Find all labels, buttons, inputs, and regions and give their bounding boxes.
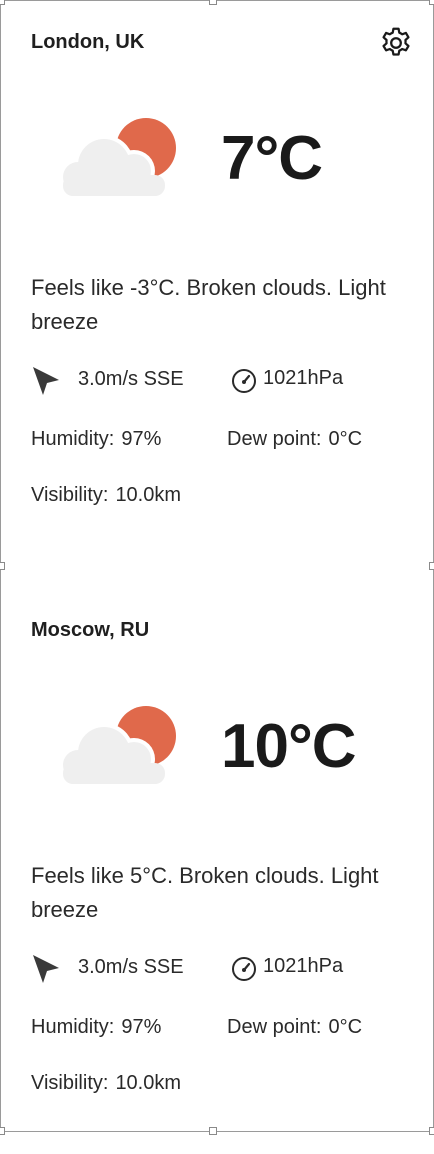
wind-direction-icon xyxy=(33,367,59,395)
gear-icon[interactable] xyxy=(378,25,414,61)
visibility-value: 10.0km xyxy=(115,1072,182,1094)
visibility-value: 10.0km xyxy=(115,484,182,506)
visibility: Visibility: 10.0km xyxy=(31,1072,181,1095)
temperature: 7°C xyxy=(221,124,323,193)
visibility-label: Visibility: xyxy=(31,1072,109,1094)
partly-cloudy-icon xyxy=(58,118,176,199)
dew-point-label: Dew point: xyxy=(227,428,322,450)
pressure-gauge-icon xyxy=(232,369,256,393)
wind-speed: 3.0m/s SSE xyxy=(78,368,184,390)
dew-point: Dew point: 0°C xyxy=(227,428,362,451)
humidity-label: Humidity: xyxy=(31,428,115,450)
city-name: Moscow, RU xyxy=(31,619,150,641)
dew-point-value: 0°C xyxy=(328,428,363,450)
weather-description: Feels like 5°C. Broken clouds. Light bre… xyxy=(31,863,379,922)
city-name: London, UK xyxy=(31,31,145,53)
visibility: Visibility: 10.0km xyxy=(31,484,181,507)
humidity-value: 97% xyxy=(121,428,162,450)
weather-card: London, UK 7°C Feels like -3°C. Broken c… xyxy=(0,0,434,566)
dew-point-value: 0°C xyxy=(328,1016,363,1038)
partly-cloudy-icon xyxy=(58,706,176,787)
humidity: Humidity: 97% xyxy=(31,1016,161,1039)
visibility-label: Visibility: xyxy=(31,484,109,506)
pressure-value: 1021hPa xyxy=(263,367,344,389)
wind-direction-icon xyxy=(33,955,59,983)
humidity: Humidity: 97% xyxy=(31,428,161,451)
temperature: 10°C xyxy=(221,712,357,781)
pressure-gauge-icon xyxy=(232,957,256,981)
humidity-label: Humidity: xyxy=(31,1016,115,1038)
humidity-value: 97% xyxy=(121,1016,162,1038)
weather-description: Feels like -3°C. Broken clouds. Light br… xyxy=(31,275,386,334)
dew-point: Dew point: 0°C xyxy=(227,1016,362,1039)
weather-card: Moscow, RU 10°C Feels like 5°C. Broken c… xyxy=(0,588,434,1154)
pressure-value: 1021hPa xyxy=(263,955,344,977)
wind-speed: 3.0m/s SSE xyxy=(78,956,184,978)
dew-point-label: Dew point: xyxy=(227,1016,322,1038)
